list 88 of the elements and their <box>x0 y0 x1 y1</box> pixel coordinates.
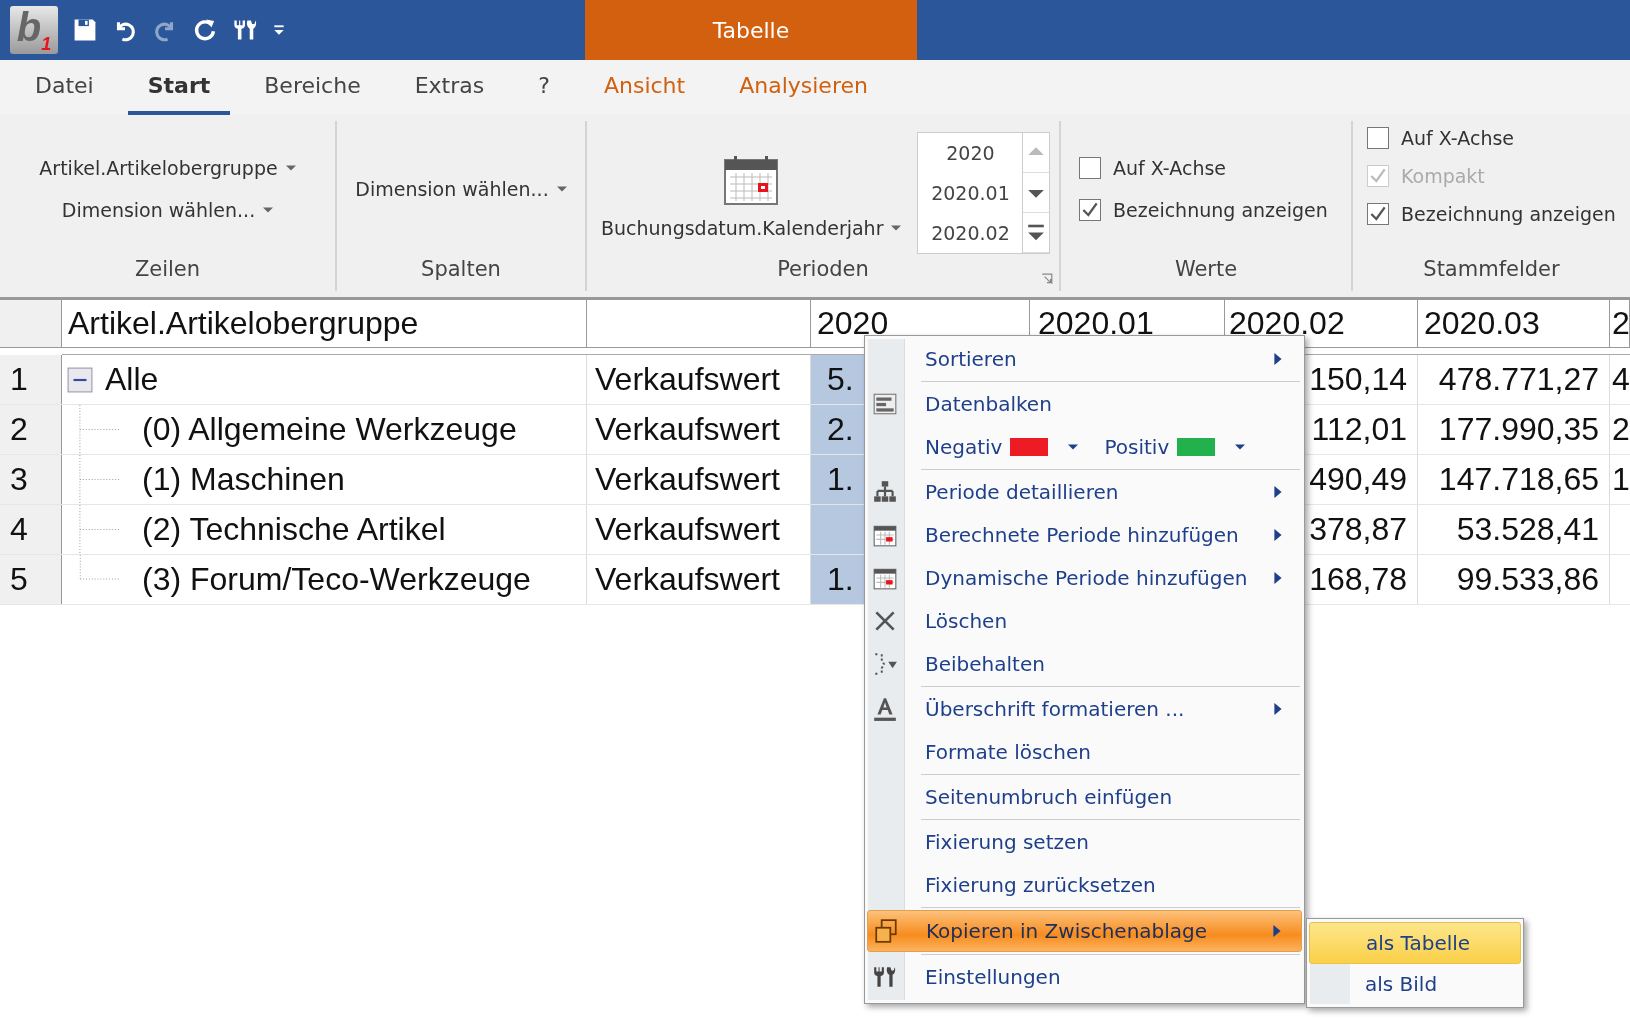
checkbox-option[interactable]: Bezeichnung anzeigen <box>1367 203 1616 225</box>
menu-item[interactable]: als Bild <box>1309 964 1521 1004</box>
customize-dropdown-icon[interactable] <box>272 23 286 37</box>
group-label: Werte <box>1174 257 1238 283</box>
tools-icon <box>872 964 898 990</box>
dimension-dropdown[interactable]: Dimension wählen... <box>355 178 567 200</box>
data-bars-icon <box>872 391 898 417</box>
tree-label: (2) Technische Artikel <box>142 511 446 548</box>
checkbox[interactable] <box>1367 203 1389 225</box>
table-cell: 177.990,35 <box>1418 405 1610 454</box>
menu-item[interactable]: Fixierung zurücksetzen <box>867 865 1302 905</box>
period-item[interactable]: 2020 <box>946 142 995 164</box>
caret-icon[interactable] <box>1235 443 1246 451</box>
caret-icon <box>263 206 274 214</box>
row-number: 1 <box>0 355 62 404</box>
tree-label: (3) Forum/Teco-Werkzeuge <box>142 561 531 598</box>
font-format-icon <box>872 696 898 722</box>
checkbox-option[interactable]: Auf X-Achse <box>1367 127 1515 149</box>
submenu-arrow-icon <box>1273 925 1281 937</box>
menu-item[interactable]: Löschen <box>867 601 1302 641</box>
menu-item[interactable]: Beibehalten <box>867 644 1302 684</box>
period-item[interactable]: 2020.01 <box>931 182 1010 204</box>
table-cell: 99.533,86 <box>1418 555 1610 604</box>
calendar-icon <box>724 155 779 205</box>
dialog-launcher-icon[interactable] <box>1041 273 1053 285</box>
checkbox[interactable] <box>1367 127 1389 149</box>
copy-icon <box>873 918 899 944</box>
refresh-icon[interactable] <box>192 17 218 43</box>
color-swatch[interactable] <box>1177 438 1216 456</box>
row-number: 3 <box>0 455 62 504</box>
save-icon[interactable] <box>72 17 98 43</box>
app-logo: b$_{1}$ <box>10 6 58 54</box>
dimension-dropdown[interactable]: Dimension wählen... <box>61 199 274 221</box>
ribbon-tab[interactable]: Extras <box>394 60 505 115</box>
row-number: 4 <box>0 505 62 554</box>
table-cell-text: 4 <box>1611 360 1630 399</box>
row-number: 2 <box>0 405 62 454</box>
menu-item[interactable]: Überschrift formatieren ... <box>867 689 1302 729</box>
group-label: Stammfelder <box>1423 257 1560 283</box>
row-number: 5 <box>0 555 62 604</box>
caret-icon <box>285 164 296 172</box>
caret-icon <box>891 224 902 232</box>
color-label: Positiv <box>1104 435 1170 459</box>
period-dropdown[interactable]: Buchungsdatum.Kalenderjahr <box>601 217 902 239</box>
color-swatch[interactable] <box>1010 438 1049 456</box>
column-header: 2020.03 <box>1418 300 1610 347</box>
submenu-arrow-icon <box>1274 486 1282 498</box>
submenu-arrow-icon <box>1274 529 1282 541</box>
column-header: Artikel.Artikelobergruppe <box>62 300 587 347</box>
table-cell-text: 2 <box>1611 410 1630 449</box>
column-header: 2 <box>1610 300 1630 347</box>
tree-connector-line <box>79 455 121 504</box>
caret-icon[interactable] <box>1068 443 1079 451</box>
submenu-arrow-icon <box>1274 353 1282 365</box>
caret-icon <box>556 185 567 193</box>
checkbox-option[interactable]: Auf X-Achse <box>1079 157 1227 179</box>
ribbon-tab[interactable]: Datei <box>15 60 114 115</box>
tree-label: (1) Maschinen <box>142 461 345 498</box>
submenu-arrow-icon <box>1274 703 1282 715</box>
tree-label: (0) Allgemeine Werkzeuge <box>142 411 517 448</box>
menu-item[interactable]: Seitenumbruch einfügen <box>867 777 1302 817</box>
hierarchy-icon <box>872 479 898 505</box>
tree-connector-line <box>79 405 121 454</box>
ribbon-tab[interactable]: ? <box>518 60 570 115</box>
menu-item[interactable]: Kopieren in Zwischenablage <box>867 910 1302 952</box>
table-cell: 53.528,41 <box>1418 505 1610 554</box>
tree-label: Alle <box>105 361 159 398</box>
collapse-icon[interactable] <box>67 366 93 393</box>
group-label: Zeilen <box>134 257 201 283</box>
table-cell: 478.771,27 <box>1418 355 1610 404</box>
menu-item[interactable]: als Tabelle <box>1309 922 1521 964</box>
table-cell-text: 1 <box>1611 460 1630 499</box>
menu-item[interactable]: Formate löschen <box>867 732 1302 772</box>
submenu-arrow-icon <box>1274 572 1282 584</box>
checkbox[interactable] <box>1079 157 1101 179</box>
dimension-dropdown[interactable]: Artikel.Artikelobergruppe <box>39 157 296 179</box>
menu-item[interactable]: Fixierung setzen <box>867 822 1302 862</box>
period-item[interactable]: 2020.02 <box>931 222 1010 244</box>
checkbox-option[interactable]: Bezeichnung anzeigen <box>1079 199 1328 221</box>
keep-filter-icon <box>872 651 898 677</box>
ribbon-tab[interactable]: Bereiche <box>244 60 381 115</box>
context-tab-title: Tabelle <box>585 0 917 60</box>
checkbox[interactable] <box>1079 199 1101 221</box>
group-label: Perioden <box>777 257 869 283</box>
menu-item[interactable]: Einstellungen <box>867 957 1302 997</box>
table-cell: 147.718,65 <box>1418 455 1610 504</box>
group-label: Spalten <box>421 257 501 283</box>
period-list[interactable]: 2020 2020.01 2020.02 <box>917 132 1051 254</box>
